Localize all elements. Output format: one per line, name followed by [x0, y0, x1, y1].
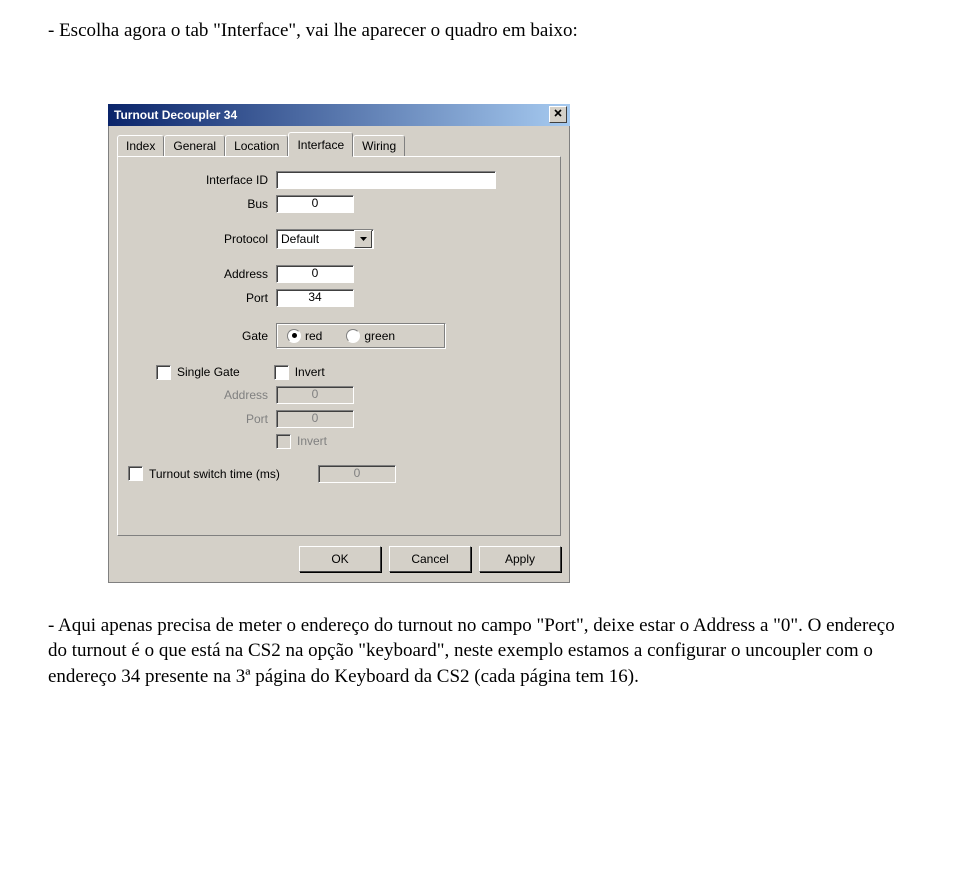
- close-icon: [554, 109, 562, 120]
- checkbox-icon: [276, 434, 291, 449]
- label-single-gate: Single Gate: [177, 365, 240, 379]
- label-address2: Address: [128, 388, 276, 402]
- explanation-paragraph: - Aqui apenas precisa de meter o endereç…: [48, 613, 912, 690]
- radio-red-label: red: [305, 329, 322, 343]
- combo-protocol-value: Default: [277, 232, 353, 246]
- label-interface-id: Interface ID: [128, 173, 276, 187]
- radio-dot-icon: [346, 329, 360, 343]
- apply-button[interactable]: Apply: [479, 546, 561, 572]
- tab-index[interactable]: Index: [117, 135, 164, 156]
- turnout-decoupler-dialog: Turnout Decoupler 34 Index General Locat…: [108, 104, 570, 583]
- chevron-down-icon: [354, 230, 372, 248]
- label-port: Port: [128, 291, 276, 305]
- close-button[interactable]: [549, 106, 567, 123]
- radio-red[interactable]: red: [287, 329, 322, 343]
- input-port[interactable]: 34: [276, 289, 354, 307]
- label-protocol: Protocol: [128, 232, 276, 246]
- label-bus: Bus: [128, 197, 276, 211]
- dialog-body: Index General Location Interface Wiring …: [108, 126, 570, 583]
- dialog-title: Turnout Decoupler 34: [114, 108, 549, 122]
- combo-protocol[interactable]: Default: [276, 229, 374, 249]
- label-port2: Port: [128, 412, 276, 426]
- tab-interface[interactable]: Interface: [288, 132, 353, 157]
- checkbox-single-gate[interactable]: Single Gate: [156, 365, 240, 380]
- input-address2: 0: [276, 386, 354, 404]
- radio-dot-icon: [287, 329, 301, 343]
- checkbox-invert[interactable]: Invert: [274, 365, 325, 380]
- checkbox-icon: [274, 365, 289, 380]
- input-port2: 0: [276, 410, 354, 428]
- tab-general[interactable]: General: [164, 135, 225, 156]
- tab-location[interactable]: Location: [225, 135, 288, 156]
- label-invert: Invert: [295, 365, 325, 379]
- checkbox-invert2: Invert: [276, 434, 327, 449]
- gate-radio-group: red green: [276, 323, 446, 349]
- input-switch-time: 0: [318, 465, 396, 483]
- label-address: Address: [128, 267, 276, 281]
- dialog-button-row: OK Cancel Apply: [117, 546, 561, 572]
- cancel-button[interactable]: Cancel: [389, 546, 471, 572]
- tab-wiring[interactable]: Wiring: [353, 135, 405, 156]
- input-address[interactable]: 0: [276, 265, 354, 283]
- ok-button[interactable]: OK: [299, 546, 381, 572]
- label-gate: Gate: [128, 329, 276, 343]
- radio-green[interactable]: green: [346, 329, 395, 343]
- label-invert2: Invert: [297, 434, 327, 448]
- input-interface-id[interactable]: [276, 171, 496, 189]
- tab-strip: Index General Location Interface Wiring: [117, 134, 561, 156]
- titlebar[interactable]: Turnout Decoupler 34: [108, 104, 570, 126]
- checkbox-switch-time[interactable]: Turnout switch time (ms): [128, 466, 308, 481]
- checkbox-icon: [156, 365, 171, 380]
- intro-paragraph: - Escolha agora o tab "Interface", vai l…: [48, 18, 912, 44]
- checkbox-icon: [128, 466, 143, 481]
- input-bus[interactable]: 0: [276, 195, 354, 213]
- radio-green-label: green: [364, 329, 395, 343]
- tab-panel-interface: Interface ID Bus 0 Protocol Default: [117, 156, 561, 536]
- label-switch-time: Turnout switch time (ms): [149, 467, 280, 481]
